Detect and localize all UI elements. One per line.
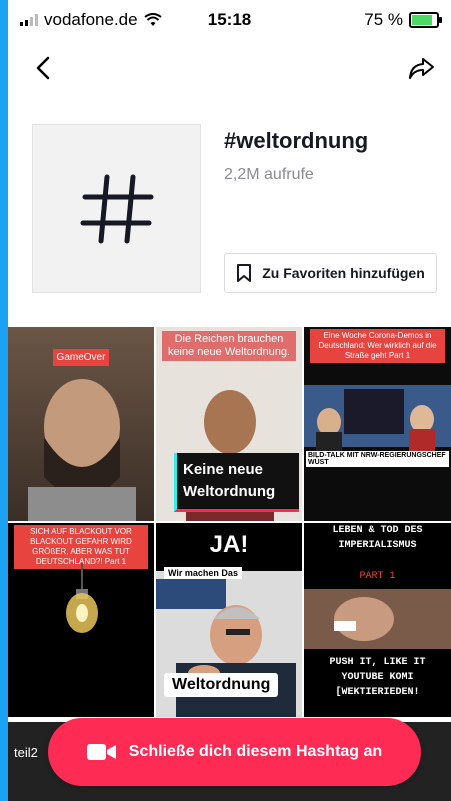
battery-icon xyxy=(409,12,442,28)
hashtag-icon xyxy=(80,174,153,243)
partial-row-caption: teil2 xyxy=(14,745,38,760)
thumbnail-subcaption: BILD-TALK MIT NRW-REGIERUNGSCHEF WÜST xyxy=(306,451,449,467)
thumbnail-subcaption: Keine neue Weltordnung xyxy=(174,453,299,512)
video-thumbnail[interactable]: Eine Woche Corona-Demos in Deutschland: … xyxy=(304,327,451,523)
bookmark-icon xyxy=(237,264,252,282)
status-bar: vodafone.de 15:18 75 % xyxy=(8,0,451,40)
hashtag-cover xyxy=(32,124,201,293)
person-image xyxy=(28,379,136,521)
add-to-favorites-button[interactable]: Zu Favoriten hinzufügen xyxy=(224,253,437,293)
video-thumbnail[interactable]: SICH AUF BLACKOUT VOR BLACKOUT GEFAHR WI… xyxy=(8,523,156,719)
hashtag-title: #weltordnung xyxy=(224,128,369,153)
navigation-bar xyxy=(8,48,451,88)
video-thumbnail[interactable]: GameOver xyxy=(8,327,156,523)
thumbnail-label: Weltordnung xyxy=(164,673,279,697)
view-count: 2,2M aufrufe xyxy=(224,166,314,183)
share-icon[interactable] xyxy=(405,52,437,84)
status-right: 75 % xyxy=(364,10,442,30)
add-to-favorites-label: Zu Favoriten hinzufügen xyxy=(262,265,425,281)
back-arrow-icon[interactable] xyxy=(30,52,58,84)
video-thumbnail[interactable]: JA! Wir machen Das Weltordnung xyxy=(156,523,304,719)
video-camera-icon xyxy=(86,744,116,760)
video-thumbnail[interactable]: Die Reichen brauchen keine neue Weltordn… xyxy=(156,327,304,523)
light-bulb-image xyxy=(66,563,98,633)
thumbnail-subcaption: PUSH IT, LIKE IT YOUTUBE KOMI [WEKTIERIE… xyxy=(329,657,426,698)
battery-percent: 75 % xyxy=(364,10,403,29)
join-hashtag-button[interactable]: Schließe dich diesem Hashtag an xyxy=(48,718,421,786)
video-grid: GameOver Die Reichen brauchen keine neue… xyxy=(8,327,451,719)
news-studio-image xyxy=(304,385,451,452)
video-thumbnail[interactable]: LEBEN & TOD DES IMPERIALISMUS PART 1 PUS… xyxy=(304,523,451,719)
join-hashtag-label: Schließe dich diesem Hashtag an xyxy=(128,743,383,760)
screen: vodafone.de 15:18 75 % #weltordnung 2,2M… xyxy=(8,0,451,801)
